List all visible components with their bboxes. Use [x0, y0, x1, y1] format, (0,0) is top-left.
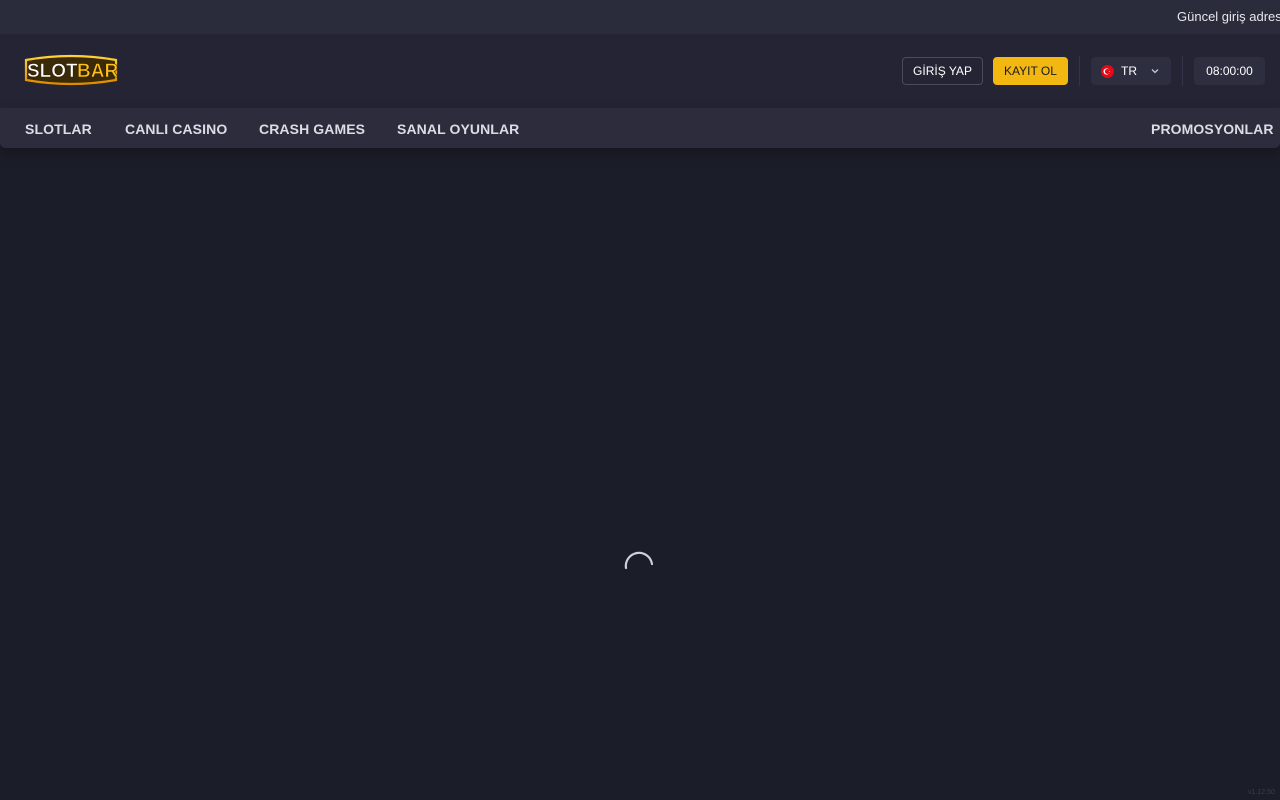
nav-item-crash-games[interactable]: CRASH GAMES: [259, 121, 365, 137]
chevron-down-icon: [1151, 69, 1159, 74]
version-label: v1.12.50: [1248, 789, 1275, 796]
login-button[interactable]: GİRİŞ YAP: [902, 57, 983, 85]
announcement-ticker: Güncel giriş adres: [0, 0, 1280, 34]
language-selector[interactable]: TR: [1091, 57, 1171, 85]
language-code: TR: [1121, 64, 1137, 78]
clock-display: 08:00:00: [1194, 57, 1265, 85]
slotbar-logo[interactable]: SLOT BAR: [22, 52, 120, 88]
turkey-flag-icon: [1101, 64, 1114, 78]
nav-item-canli-casino[interactable]: CANLI CASINO: [125, 121, 227, 137]
loading-spinner-icon: [624, 551, 654, 570]
site-header: SLOT BAR GİRİŞ YAP KAYIT OL TR 08:00:00: [0, 34, 1280, 108]
main-navigation: SLOTLAR CANLI CASINO CRASH GAMES SANAL O…: [0, 108, 1280, 148]
register-button[interactable]: KAYIT OL: [993, 57, 1068, 85]
nav-item-sanal-oyunlar[interactable]: SANAL OYUNLAR: [397, 121, 519, 137]
nav-item-promosyonlar[interactable]: PROMOSYONLAR: [1151, 121, 1274, 137]
logo-text-bar: BAR: [77, 61, 118, 82]
nav-item-slotlar[interactable]: SLOTLAR: [25, 121, 92, 137]
header-divider: [1182, 56, 1183, 86]
header-divider: [1079, 56, 1080, 86]
logo-text-slot: SLOT: [27, 61, 78, 82]
ticker-text: Güncel giriş adres: [1177, 9, 1280, 24]
